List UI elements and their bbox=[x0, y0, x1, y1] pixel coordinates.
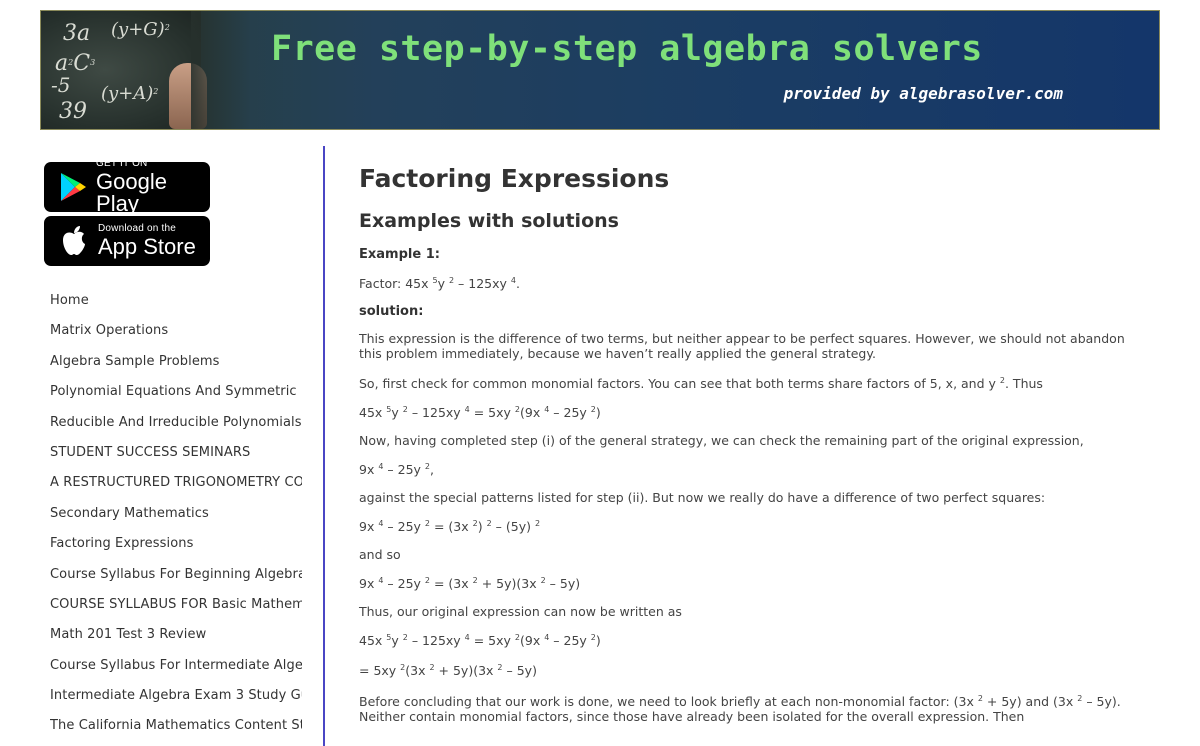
banner-subtitle: provided by algebrasolver.com bbox=[783, 84, 1063, 103]
paragraph-2: So, first check for common monomial fact… bbox=[359, 376, 1043, 391]
paragraph-5: and so bbox=[359, 547, 401, 562]
google-play-small-label: GET IT ON bbox=[96, 158, 148, 169]
chalkboard-image: 3a (y+G)2 a2C3 -5 (y+A)2 39 bbox=[41, 11, 251, 129]
equation-1: 45x 5y 2 – 125xy 4 = 5xy 2(9x 4 – 25y 2) bbox=[359, 405, 601, 420]
sidebar-item-restructured-trigonometry[interactable]: A RESTRUCTURED TRIGONOMETRY COUR bbox=[50, 472, 302, 502]
sidebar-item-intermediate-algebra-exam[interactable]: Intermediate Algebra Exam 3 Study Guid bbox=[50, 685, 302, 715]
equation-6: = 5xy 2(3x 2 + 5y)(3x 2 – 5y) bbox=[359, 663, 537, 678]
paragraph-7: Before concluding that our work is done,… bbox=[359, 694, 1121, 724]
sidebar-item-basic-mathematics-syllabus[interactable]: COURSE SYLLABUS FOR Basic Mathemati bbox=[50, 594, 302, 624]
site-banner: 3a (y+G)2 a2C3 -5 (y+A)2 39 Free step-by… bbox=[40, 10, 1160, 130]
equation-5: 45x 5y 2 – 125xy 4 = 5xy 2(9x 4 – 25y 2) bbox=[359, 633, 601, 648]
column-divider bbox=[323, 146, 325, 746]
sidebar-item-reducible-polynomials[interactable]: Reducible And Irreducible Polynomials bbox=[50, 412, 302, 442]
equation-3: 9x 4 – 25y 2 = (3x 2) 2 – (5y) 2 bbox=[359, 519, 541, 534]
banner-title: Free step-by-step algebra solvers bbox=[271, 29, 983, 69]
equation-2: 9x 4 – 25y 2, bbox=[359, 462, 434, 477]
apple-icon bbox=[54, 221, 94, 261]
google-play-badge[interactable]: GET IT ON Google Play bbox=[44, 158, 210, 216]
sidebar-item-math-201-review[interactable]: Math 201 Test 3 Review bbox=[50, 624, 302, 654]
sidebar-item-beginning-algebra-syllabus[interactable]: Course Syllabus For Beginning Algebra bbox=[50, 564, 302, 594]
paragraph-6: Thus, our original expression can now be… bbox=[359, 604, 682, 619]
problem-statement: Factor: 45x 5y 2 – 125xy 4. bbox=[359, 276, 520, 291]
paragraph-4: against the special patterns listed for … bbox=[359, 490, 1046, 505]
equation-4: 9x 4 – 25y 2 = (3x 2 + 5y)(3x 2 – 5y) bbox=[359, 576, 581, 591]
google-play-label: Google Play bbox=[96, 169, 167, 216]
app-store-small-label: Download on the bbox=[98, 223, 177, 234]
sidebar-item-student-success-seminars[interactable]: STUDENT SUCCESS SEMINARS bbox=[50, 442, 302, 472]
sidebar-nav: Home Matrix Operations Algebra Sample Pr… bbox=[50, 290, 302, 746]
section-title: Examples with solutions bbox=[359, 210, 619, 232]
sidebar-item-polynomial-equations[interactable]: Polynomial Equations And Symmetric Fun bbox=[50, 381, 302, 411]
sidebar-item-california-content-standards[interactable]: The California Mathematics Content Stanc bbox=[50, 715, 302, 745]
sidebar-item-home[interactable]: Home bbox=[50, 290, 302, 320]
page-title: Factoring Expressions bbox=[359, 164, 670, 193]
example-label: Example 1: bbox=[359, 247, 440, 262]
sidebar-item-matrix-operations[interactable]: Matrix Operations bbox=[50, 320, 302, 350]
app-store-label: App Store bbox=[98, 234, 196, 259]
paragraph-3: Now, having completed step (i) of the ge… bbox=[359, 433, 1084, 448]
sidebar-item-secondary-mathematics[interactable]: Secondary Mathematics bbox=[50, 503, 302, 533]
sidebar-item-intermediate-algebra-syllabus[interactable]: Course Syllabus For Intermediate Algebra bbox=[50, 655, 302, 685]
paragraph-1: This expression is the difference of two… bbox=[359, 331, 1125, 361]
app-store-badge[interactable]: Download on the App Store bbox=[44, 216, 210, 266]
sidebar-item-algebra-sample-problems[interactable]: Algebra Sample Problems bbox=[50, 351, 302, 381]
sidebar-item-factoring-expressions[interactable]: Factoring Expressions bbox=[50, 533, 302, 563]
solution-label: solution: bbox=[359, 304, 424, 319]
google-play-icon bbox=[54, 167, 92, 207]
